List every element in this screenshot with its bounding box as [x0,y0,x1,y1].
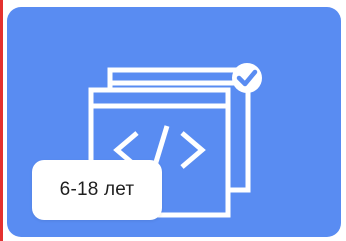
left-edge-accent [0,0,3,241]
age-range-label: 6-18 лет [59,179,135,200]
course-card[interactable]: 6-18 лет [7,7,341,237]
age-badge: 6-18 лет [32,160,162,220]
page: 6-18 лет [0,0,346,241]
